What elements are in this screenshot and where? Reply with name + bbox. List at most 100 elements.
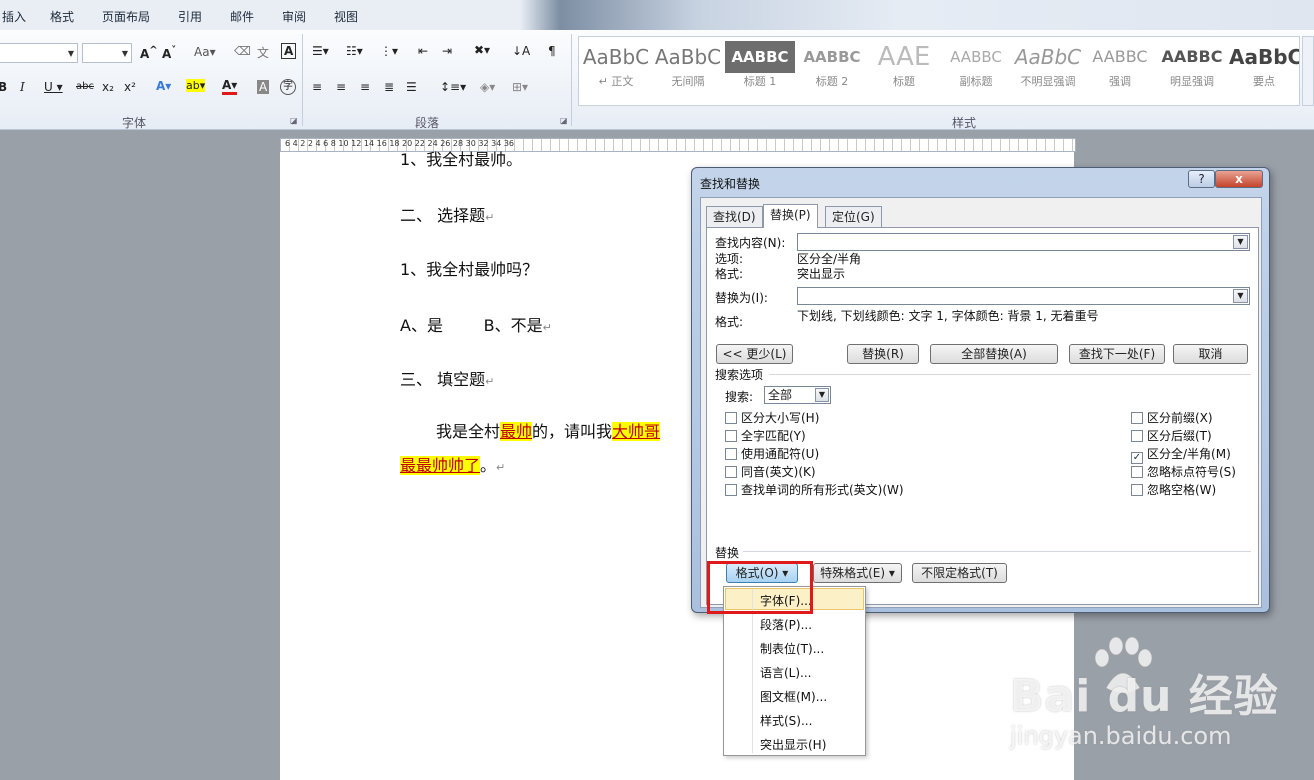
font-size-combo[interactable]: ▼ bbox=[82, 43, 132, 63]
justify-icon[interactable]: ≣ bbox=[384, 80, 394, 94]
paragraph-dialog-launcher-icon[interactable]: ◪ bbox=[560, 116, 568, 125]
font-dialog-launcher-icon[interactable]: ◪ bbox=[290, 116, 298, 125]
menu-item-style[interactable]: 样式(S)... bbox=[760, 712, 812, 729]
multilevel-list-icon[interactable]: ⋮▾ bbox=[380, 44, 398, 58]
tab-replace[interactable]: 替换(P) bbox=[763, 204, 818, 228]
close-button[interactable]: x bbox=[1215, 170, 1263, 188]
grow-font-icon[interactable]: A^ bbox=[140, 45, 158, 61]
style-subtitle[interactable]: AABBC 副标题 bbox=[941, 41, 1011, 99]
chevron-down-icon[interactable]: ▼ bbox=[1233, 289, 1248, 303]
checkbox[interactable] bbox=[725, 448, 737, 460]
checkbox[interactable] bbox=[1131, 484, 1143, 496]
menu-item-language[interactable]: 语言(L)... bbox=[760, 664, 812, 681]
checkbox[interactable] bbox=[725, 430, 737, 442]
align-right-icon[interactable]: ≡ bbox=[360, 80, 370, 94]
shading-icon[interactable]: ◈▾ bbox=[480, 80, 495, 94]
clear-format-icon[interactable]: ⌫ bbox=[234, 44, 251, 58]
find-input[interactable]: ▼ bbox=[797, 233, 1250, 251]
distributed-icon[interactable]: ☰ bbox=[406, 80, 417, 94]
menu-item-paragraph[interactable]: 段落(P)... bbox=[760, 616, 812, 633]
enclose-char-icon[interactable]: 字 bbox=[280, 79, 296, 95]
decrease-indent-icon[interactable]: ⇤ bbox=[418, 44, 428, 58]
styles-gallery-scrollbar[interactable] bbox=[1302, 36, 1314, 106]
change-case-icon[interactable]: Aa▾ bbox=[194, 45, 216, 59]
tab-find[interactable]: 查找(D) bbox=[706, 206, 763, 227]
tab-format[interactable]: 格式 bbox=[50, 8, 74, 25]
align-left-icon[interactable]: ≡ bbox=[312, 80, 322, 94]
bold-icon[interactable]: B bbox=[0, 80, 7, 94]
replace-input[interactable]: ▼ bbox=[797, 287, 1250, 305]
line-spacing-icon[interactable]: ↕≡▾ bbox=[440, 80, 466, 94]
option-whole-word[interactable]: 全字匹配(Y) bbox=[725, 427, 806, 444]
style-intense-emphasis[interactable]: AABBC 明显强调 bbox=[1157, 41, 1227, 99]
align-center-icon[interactable]: ≡ bbox=[336, 80, 346, 94]
checkbox[interactable] bbox=[1131, 412, 1143, 424]
option-match-width[interactable]: ✓ 区分全/半角(M) bbox=[1131, 445, 1231, 464]
option-all-word-forms[interactable]: 查找单词的所有形式(英文)(W) bbox=[725, 481, 904, 498]
tab-insert[interactable]: 插入 bbox=[2, 8, 26, 25]
borders-icon[interactable]: ⊞▾ bbox=[512, 80, 528, 94]
chinese-layout-icon[interactable]: ✖▾ bbox=[474, 43, 490, 57]
italic-icon[interactable]: I bbox=[20, 80, 25, 94]
less-button[interactable]: << 更少(L) bbox=[716, 344, 793, 364]
menu-item-highlight[interactable]: 突出显示(H) bbox=[760, 736, 826, 753]
style-emphasis[interactable]: AABBC 强调 bbox=[1085, 41, 1155, 99]
search-direction-select[interactable]: 全部 ▼ bbox=[764, 386, 831, 404]
menu-item-tabs[interactable]: 制表位(T)... bbox=[760, 640, 824, 657]
char-border-icon[interactable]: A bbox=[281, 43, 297, 59]
tab-review[interactable]: 审阅 bbox=[282, 8, 306, 25]
style-strong[interactable]: AaBbC 要点 bbox=[1229, 41, 1299, 99]
style-subtle-emphasis[interactable]: AaBbC 不明显强调 bbox=[1013, 41, 1083, 99]
chevron-down-icon[interactable]: ▼ bbox=[1233, 235, 1248, 249]
checkbox[interactable] bbox=[725, 484, 737, 496]
tab-page-layout[interactable]: 页面布局 bbox=[102, 8, 150, 25]
highlight-icon[interactable]: ab▾ bbox=[186, 79, 206, 92]
sort-icon[interactable]: ↓A bbox=[512, 44, 530, 58]
tab-view[interactable]: 视图 bbox=[334, 8, 358, 25]
cancel-button[interactable]: 取消 bbox=[1173, 344, 1248, 364]
tab-goto[interactable]: 定位(G) bbox=[825, 206, 882, 227]
font-name-combo[interactable]: ▼ bbox=[0, 43, 78, 63]
find-next-button[interactable]: 查找下一处(F) bbox=[1069, 344, 1165, 364]
shrink-font-icon[interactable]: A˅ bbox=[162, 45, 176, 61]
phonetic-guide-icon[interactable]: 文 bbox=[257, 44, 269, 61]
tab-references[interactable]: 引用 bbox=[178, 8, 202, 25]
strikethrough-icon[interactable]: abc bbox=[76, 81, 94, 92]
style-heading-2[interactable]: AABBC 标题 2 bbox=[797, 41, 867, 99]
font-color-icon[interactable]: A▾ bbox=[222, 79, 238, 95]
tab-mailings[interactable]: 邮件 bbox=[230, 8, 254, 25]
checkbox[interactable] bbox=[1131, 466, 1143, 478]
help-button[interactable]: ? bbox=[1188, 170, 1215, 188]
replace-label: 替换为(I): bbox=[715, 291, 768, 305]
bullets-icon[interactable]: ☰▾ bbox=[312, 44, 329, 58]
option-ignore-punctuation[interactable]: 忽略标点符号(S) bbox=[1131, 463, 1236, 480]
style-normal[interactable]: AaBbC ↵ 正文 bbox=[581, 41, 651, 99]
replace-button[interactable]: 替换(R) bbox=[847, 344, 919, 364]
char-shading-icon[interactable]: A bbox=[257, 80, 270, 94]
option-ignore-spaces[interactable]: 忽略空格(W) bbox=[1131, 481, 1216, 498]
style-heading-1[interactable]: AABBC 标题 1 bbox=[725, 41, 795, 99]
increase-indent-icon[interactable]: ⇥ bbox=[442, 44, 452, 58]
option-sounds-like[interactable]: 同音(英文)(K) bbox=[725, 463, 816, 480]
menu-item-frame[interactable]: 图文框(M)... bbox=[760, 688, 827, 705]
checkbox[interactable] bbox=[725, 412, 737, 424]
option-wildcards[interactable]: 使用通配符(U) bbox=[725, 445, 819, 462]
superscript-icon[interactable]: x² bbox=[124, 80, 136, 94]
divider bbox=[743, 551, 1251, 552]
style-no-spacing[interactable]: AaBbC 无间隔 bbox=[653, 41, 723, 99]
option-match-prefix[interactable]: 区分前缀(X) bbox=[1131, 409, 1213, 426]
option-match-case[interactable]: 区分大小写(H) bbox=[725, 409, 819, 426]
special-format-button[interactable]: 特殊格式(E) ▾ bbox=[813, 563, 902, 583]
numbering-icon[interactable]: ☷▾ bbox=[346, 44, 363, 58]
no-formatting-button[interactable]: 不限定格式(T) bbox=[912, 563, 1007, 583]
underline-icon[interactable]: U ▾ bbox=[44, 80, 63, 94]
subscript-icon[interactable]: x₂ bbox=[102, 80, 114, 94]
option-match-suffix[interactable]: 区分后缀(T) bbox=[1131, 427, 1212, 444]
show-marks-icon[interactable]: ¶ bbox=[548, 44, 556, 58]
text-effect-icon[interactable]: A▾ bbox=[156, 79, 171, 93]
replace-all-button[interactable]: 全部替换(A) bbox=[930, 344, 1058, 364]
style-title[interactable]: AAE 标题 bbox=[869, 41, 939, 99]
paragraph-mark: ↵ bbox=[496, 461, 506, 474]
checkbox[interactable] bbox=[725, 466, 737, 478]
checkbox[interactable] bbox=[1131, 430, 1143, 442]
